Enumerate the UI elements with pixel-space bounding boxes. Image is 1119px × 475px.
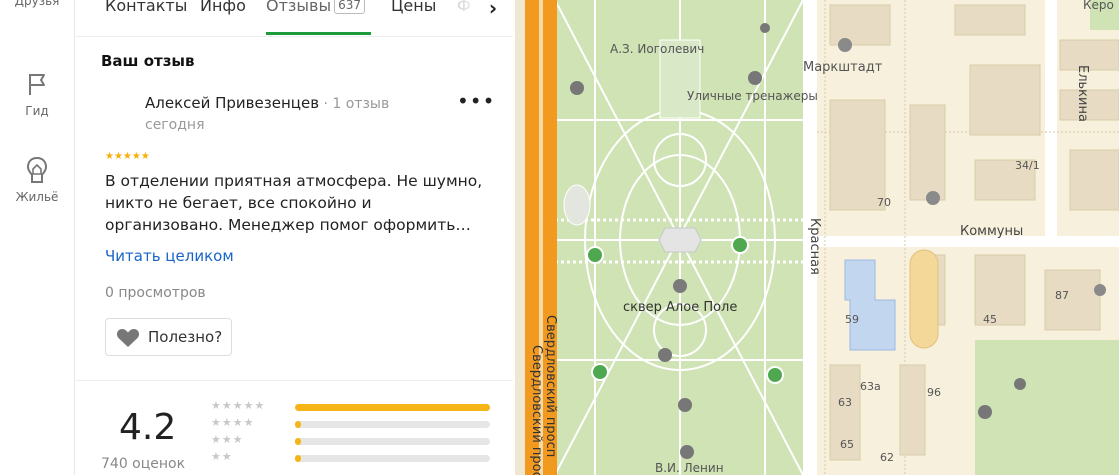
distribution-bar	[295, 421, 490, 428]
review-author[interactable]: Алексей Привезенцев · 1 отзыв	[145, 94, 389, 112]
label-45: 45	[983, 313, 997, 326]
label-elkina: Елькина	[1075, 65, 1090, 122]
nav-item-label: Друзья	[14, 0, 60, 8]
label-krasnaya: Красная	[807, 218, 822, 275]
useful-button[interactable]: Полезно?	[105, 318, 232, 356]
views-count: 0 просмотров	[105, 285, 206, 301]
overall-rating: 4.2	[119, 407, 177, 448]
tab-prices[interactable]: Цены	[391, 0, 436, 15]
distribution-bar-fill	[295, 404, 490, 411]
map-left-strip	[515, 0, 525, 475]
tab-reviews[interactable]: Отзывы 637	[266, 0, 366, 15]
label-63a: 63а	[860, 380, 881, 393]
distribution-bar	[295, 404, 490, 411]
label-62: 62	[880, 451, 894, 464]
distribution-stars: ★★★★★	[211, 399, 266, 412]
tab-label: Отзывы	[266, 0, 332, 15]
distribution-bar-fill	[295, 455, 301, 462]
flag-icon	[29, 74, 45, 95]
elkina-street	[1045, 0, 1057, 236]
label-park-name: сквер Алое Поле	[623, 300, 737, 315]
active-tab-underline	[266, 32, 371, 35]
label-34-1: 34/1	[1015, 159, 1040, 172]
map-canvas[interactable]: А.З. Иоголевич Уличные тренажеры сквер А…	[515, 0, 1119, 475]
your-review-title: Ваш отзыв	[101, 52, 195, 70]
label-70: 70	[877, 196, 891, 209]
distribution-bar-fill	[295, 421, 301, 428]
nav-item-label: Гид	[25, 104, 49, 118]
label-59: 59	[845, 313, 859, 326]
label-sverdlovsky-2: Свердловский прос	[529, 345, 544, 475]
heart-icon	[116, 328, 140, 347]
nav-item-friends[interactable]: Друзья	[0, 0, 74, 8]
tab-bar: Контакты Инфо Отзывы637 Цены Ф ›	[75, 0, 513, 37]
stadium-track	[909, 249, 939, 349]
divider	[75, 380, 513, 381]
distribution-stars: ★★★	[211, 433, 244, 446]
nav-item-label: Жильё	[15, 190, 59, 204]
label-iogolevich: А.З. Иоголевич	[610, 42, 704, 56]
label-sverdlovsky-1: Свердловский просп	[543, 315, 558, 457]
left-nav: Друзья Гид Жильё	[0, 0, 75, 475]
distribution-stars: ★★★★	[211, 416, 255, 429]
label-87: 87	[1055, 289, 1069, 302]
tab-contacts[interactable]: Контакты	[105, 0, 187, 15]
tab-fade	[455, 0, 483, 20]
park-pond	[563, 184, 591, 226]
useful-label: Полезно?	[148, 328, 223, 346]
review-stars: ★★★★★	[105, 151, 150, 162]
label-lenin: В.И. Ленин	[655, 461, 724, 475]
label-kommuny: Коммуны	[960, 224, 1023, 239]
org-panel: Контакты Инфо Отзывы637 Цены Ф › Ваш отз…	[75, 0, 513, 475]
central-plaza	[658, 227, 702, 253]
label-63: 63	[838, 396, 852, 409]
label-96: 96	[927, 386, 941, 399]
review-date: сегодня	[145, 117, 205, 133]
map-view[interactable]: А.З. Иоголевич Уличные тренажеры сквер А…	[515, 0, 1119, 475]
nav-item-housing[interactable]: Жильё	[0, 156, 74, 204]
label-65: 65	[840, 438, 854, 451]
nav-item-guide[interactable]: Гид	[0, 70, 74, 118]
label-workout: Уличные тренажеры	[687, 89, 818, 103]
label-marksht: Маркштадт	[803, 60, 883, 75]
label-kero: Керо	[1083, 0, 1114, 12]
read-more-link[interactable]: Читать целиком	[105, 247, 234, 265]
ratings-count: 740 оценок	[101, 456, 186, 472]
distribution-bar	[295, 455, 490, 462]
review-text: В отделении приятная атмосфера. Не шумно…	[105, 172, 483, 234]
author-review-count: · 1 отзыв	[319, 96, 390, 112]
house-icon	[26, 156, 48, 183]
distribution-bar	[295, 438, 490, 445]
chevron-right-icon[interactable]: ›	[480, 0, 506, 20]
distribution-bar-fill	[295, 438, 301, 445]
reviews-count-badge: 637	[334, 0, 366, 14]
tab-info[interactable]: Инфо	[200, 0, 246, 15]
distribution-stars: ★★	[211, 450, 233, 463]
author-name: Алексей Привезенцев	[145, 94, 320, 112]
more-options-icon[interactable]: •••	[457, 91, 494, 114]
